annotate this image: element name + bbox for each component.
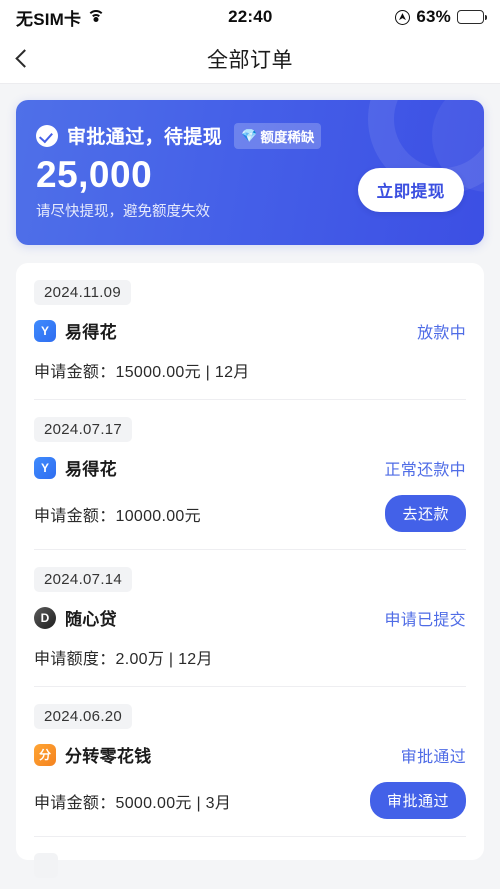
status-bar-right: 63% xyxy=(395,7,488,27)
order-date: 2024.07.17 xyxy=(34,417,133,442)
order-meta: 申请金额：15000.00元 | 12月 xyxy=(34,364,250,381)
order-status: 放款中 xyxy=(417,324,466,342)
order-product: Y 易得花 xyxy=(34,318,117,343)
order-item[interactable]: 2024.06.20 分分转零花钱 审批通过 申请金额：5000.00元 | 3月 审批… xyxy=(34,686,466,836)
phone-screen: 无SIM卡 22:40 63% 全部订单 审批通过，待提现 💎 额度稀缺 25,… xyxy=(0,0,500,889)
order-status: 正常还款中 xyxy=(384,461,466,479)
order-app-name: 易得花 xyxy=(65,323,117,342)
order-head-row: 分分转零花钱 审批通过 xyxy=(34,742,466,767)
order-item-partial[interactable] xyxy=(34,836,466,878)
chevron-left-icon xyxy=(15,49,34,68)
order-meta: 申请金额：5000.00元 | 3月 xyxy=(34,794,232,812)
wifi-icon xyxy=(87,10,106,24)
banner-title: 审批通过，待提现 xyxy=(67,127,223,148)
order-meta: 申请额度：2.00万 | 12月 xyxy=(34,651,213,668)
status-bar: 无SIM卡 22:40 63% xyxy=(0,0,500,34)
battery-icon xyxy=(457,10,488,24)
order-status: 审批通过 xyxy=(400,748,466,766)
withdraw-banner[interactable]: 审批通过，待提现 💎 额度稀缺 25,000 请尽快提现，避免额度失效 立即提现 xyxy=(16,100,484,245)
location-arrow-icon xyxy=(395,9,411,25)
page-title: 全部订单 xyxy=(207,48,293,72)
battery-percent-label: 63% xyxy=(416,7,451,26)
order-item[interactable]: 2024.11.09 Y 易得花 放款中申请金额：15000.00元 | 12月 xyxy=(34,263,466,399)
order-detail-row: 申请金额：10000.00元 去还款 xyxy=(34,495,466,549)
order-detail-row: 申请金额：5000.00元 | 3月 审批通过 xyxy=(34,782,466,836)
order-status: 申请已提交 xyxy=(384,611,466,629)
order-date: 2024.11.09 xyxy=(34,280,131,305)
status-bar-clock: 22:40 xyxy=(228,7,273,26)
order-detail-row: 申请额度：2.00万 | 12月 xyxy=(34,645,466,686)
order-product: Y 易得花 xyxy=(34,455,117,480)
order-meta: 申请金额：10000.00元 xyxy=(34,507,201,525)
status-bar-left: 无SIM卡 xyxy=(16,5,106,30)
nav-bar: 全部订单 xyxy=(0,34,500,84)
order-date xyxy=(34,853,59,878)
order-detail-row: 申请金额：15000.00元 | 12月 xyxy=(34,358,466,399)
order-action-button[interactable]: 去还款 xyxy=(385,495,466,532)
order-head-row: Y 易得花 正常还款中 xyxy=(34,455,466,480)
order-date: 2024.07.14 xyxy=(34,567,133,592)
order-action-button[interactable]: 审批通过 xyxy=(369,782,466,819)
carrier-label: 无SIM卡 xyxy=(16,9,82,29)
gem-icon: 💎 xyxy=(241,128,258,143)
fenzhuanlinghuaqian-app-icon: 分 xyxy=(34,743,56,766)
order-list: 2024.11.09 Y 易得花 放款中 申请金额：15000.00元 | 12月 202… xyxy=(16,263,484,878)
order-product: 分分转零花钱 xyxy=(34,742,152,767)
back-button[interactable] xyxy=(15,34,54,83)
order-product: D 随心贷 xyxy=(34,605,117,630)
scroll-container[interactable]: 审批通过，待提现 💎 额度稀缺 25,000 请尽快提现，避免额度失效 立即提现… xyxy=(0,84,500,889)
yidehua-app-icon: Y xyxy=(34,319,56,342)
order-date: 2024.06.20 xyxy=(34,704,133,729)
order-item[interactable]: 2024.07.14 D 随心贷 申请已提交申请额度：2.00万 | 12月 xyxy=(34,549,466,686)
order-item[interactable]: 2024.07.17 Y 易得花 正常还款中申请金额：10000.00元 去还款 xyxy=(34,399,466,549)
yidehua-app-icon: Y xyxy=(34,456,56,479)
withdraw-now-button[interactable]: 立即提现 xyxy=(357,168,464,212)
status-badge-label: 额度稀缺 xyxy=(260,129,315,145)
order-app-name: 易得花 xyxy=(65,460,117,479)
order-app-name: 分转零花钱 xyxy=(65,747,152,766)
order-app-name: 随心贷 xyxy=(65,610,117,629)
check-circle-icon xyxy=(36,124,58,147)
status-badge: 💎 额度稀缺 xyxy=(234,122,322,149)
order-head-row: D 随心贷 申请已提交 xyxy=(34,605,466,630)
suixindai-app-icon: D xyxy=(34,606,56,629)
order-head-row: Y 易得花 放款中 xyxy=(34,318,466,343)
